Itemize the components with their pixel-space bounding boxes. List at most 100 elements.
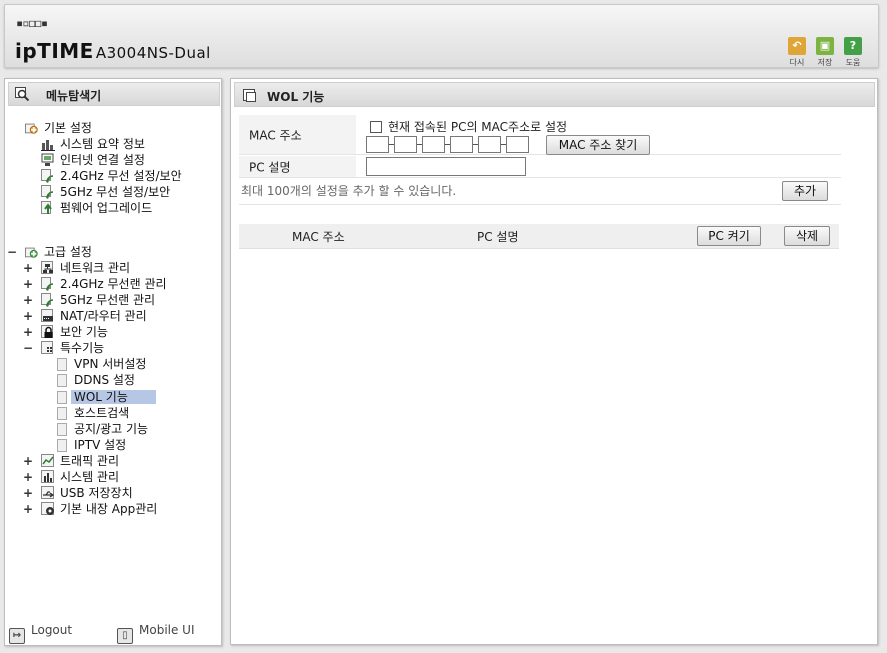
tree-wlan-5-manage[interactable]: + 5GHz 무선랜 관리 — [23, 292, 155, 308]
top-header: ▪▫◻◻▪ ipTIME A3004NS-Dual ↶ 다시 ▣ 저장 ? 도움 — [4, 4, 879, 68]
tree-special-functions[interactable]: − 특수기능 — [23, 340, 104, 356]
mac-octet-input[interactable] — [422, 136, 445, 153]
upgrade-icon — [41, 201, 52, 214]
mac-octet-input[interactable] — [478, 136, 501, 153]
add-button[interactable]: 추가 — [782, 181, 828, 201]
tree-wlan-24-manage[interactable]: + 2.4GHz 무선랜 관리 — [23, 276, 167, 292]
save-icon: ▣ — [816, 37, 834, 55]
tree-vpn-server[interactable]: VPN 서버설정 — [57, 356, 146, 372]
logout-icon: ↦ — [9, 628, 25, 644]
tree-nat-router-manage[interactable]: + NAT/라우터 관리 — [23, 308, 147, 324]
mac-octet-input[interactable] — [506, 136, 529, 153]
app-icon — [41, 502, 54, 515]
mac-octet-input[interactable] — [394, 136, 417, 153]
page-icon — [57, 439, 67, 452]
page-icon — [57, 391, 67, 404]
save-button[interactable]: ▣ 저장 — [814, 37, 836, 68]
usb-icon — [41, 486, 55, 499]
wake-pc-button[interactable]: PC 켜기 — [697, 226, 761, 246]
chart-icon — [41, 140, 55, 151]
tree-internet-setup[interactable]: 인터넷 연결 설정 — [41, 152, 145, 168]
mobile-ui-button[interactable]: ▯ Mobile UI — [117, 623, 195, 644]
expand-toggle[interactable]: + — [23, 485, 33, 501]
expand-toggle[interactable]: + — [23, 292, 33, 308]
page-title-bar: WOL 기능 — [234, 82, 875, 107]
tree-system-summary[interactable]: 시스템 요약 정보 — [41, 136, 145, 152]
expand-toggle[interactable]: + — [23, 308, 33, 324]
mac-octet-input[interactable] — [450, 136, 473, 153]
wireless-icon — [41, 169, 54, 183]
expand-toggle[interactable]: + — [23, 501, 33, 517]
expand-toggle[interactable]: + — [23, 453, 33, 469]
menu-explorer: 메뉴탐색기 기본 설정 시스템 요약 정보 인터넷 연결 설정 2.4GHz 무… — [4, 78, 222, 646]
logout-button[interactable]: ↦ Logout — [9, 623, 72, 644]
model-name: A3004NS-Dual — [95, 44, 211, 62]
expand-toggle[interactable]: + — [23, 324, 33, 340]
tree-system-manage[interactable]: + 시스템 관리 — [23, 469, 119, 485]
lock-icon — [41, 325, 53, 338]
sidebar-footer: ↦ Logout ▯ Mobile UI — [5, 619, 221, 644]
current-pc-checkbox[interactable] — [370, 121, 382, 133]
tree-builtin-apps[interactable]: + 기본 내장 App관리 — [23, 501, 157, 517]
wireless-icon — [41, 293, 54, 307]
folder-icon — [41, 341, 53, 354]
tree-wireless-5-setup[interactable]: 5GHz 무선 설정/보안 — [41, 184, 170, 200]
max-entries-note: 최대 100개의 설정을 추가 할 수 있습니다. — [241, 184, 457, 198]
help-button[interactable]: ? 도움 — [842, 37, 864, 68]
folder-settings-icon — [25, 123, 38, 134]
mac-label: MAC 주소 — [239, 115, 356, 154]
monitor-icon — [41, 153, 54, 166]
tree-security[interactable]: + 보안 기능 — [23, 324, 108, 340]
brand-name: ipTIME — [15, 39, 94, 63]
delete-button[interactable]: 삭제 — [784, 226, 830, 246]
mac-address-inputs — [366, 136, 536, 154]
tree-basic-settings[interactable]: 기본 설정 — [25, 120, 92, 136]
wireless-icon — [41, 277, 54, 291]
tree-iptv[interactable]: IPTV 설정 — [57, 437, 126, 453]
pc-desc-row: PC 설명 — [239, 156, 841, 178]
mac-row: MAC 주소 현재 접속된 PC의 MAC주소로 설정 MAC 주소 찾기 — [239, 115, 841, 155]
page-icon — [57, 374, 67, 387]
router-icon — [41, 309, 53, 322]
router-logo: ipTIME A3004NS-Dual — [15, 39, 211, 63]
undo-label: 다시 — [789, 58, 805, 67]
tree-firmware-upgrade[interactable]: 펌웨어 업그레이드 — [41, 200, 152, 216]
note-row: 최대 100개의 설정을 추가 할 수 있습니다. 추가 — [239, 179, 841, 205]
find-mac-button[interactable]: MAC 주소 찾기 — [546, 135, 650, 155]
collapse-toggle[interactable]: − — [23, 340, 33, 356]
menu-explorer-title: 메뉴탐색기 — [8, 82, 220, 106]
network-icon — [41, 261, 53, 274]
tree-advanced-settings[interactable]: − 고급 설정 — [7, 244, 92, 260]
tree-ddns[interactable]: DDNS 설정 — [57, 372, 135, 388]
tree-notice-ad[interactable]: 공지/광고 기능 — [57, 421, 148, 437]
tree-host-scan[interactable]: 호스트검색 — [57, 405, 129, 421]
undo-button[interactable]: ↶ 다시 — [786, 37, 808, 68]
tree-network-manage[interactable]: + 네트워크 관리 — [23, 260, 130, 276]
expand-toggle[interactable]: + — [23, 276, 33, 292]
wol-list-header: MAC 주소 PC 설명 PC 켜기 삭제 — [239, 224, 839, 249]
pc-desc-input[interactable] — [366, 157, 526, 176]
pc-desc-label: PC 설명 — [239, 156, 356, 177]
expand-toggle[interactable]: + — [23, 469, 33, 485]
search-icon — [15, 87, 29, 101]
save-label: 저장 — [817, 58, 833, 67]
expand-toggle[interactable]: + — [23, 260, 33, 276]
desc-column-header: PC 설명 — [477, 230, 519, 244]
mobile-icon: ▯ — [117, 628, 133, 644]
traffic-icon — [41, 454, 54, 467]
page-icon — [57, 423, 67, 436]
page-icon — [57, 407, 67, 420]
mac-octet-input[interactable] — [366, 136, 389, 153]
tree-usb-storage[interactable]: + USB 저장장치 — [23, 485, 133, 501]
mac-column-header: MAC 주소 — [292, 230, 345, 244]
help-icon: ? — [844, 37, 862, 55]
logo-dots: ▪▫◻◻▪ — [16, 16, 48, 30]
tree-traffic-manage[interactable]: + 트래픽 관리 — [23, 453, 119, 469]
tree-wireless-24-setup[interactable]: 2.4GHz 무선 설정/보안 — [41, 168, 182, 184]
main-panel: WOL 기능 MAC 주소 현재 접속된 PC의 MAC주소로 설정 MAC 주… — [230, 78, 878, 645]
current-pc-option[interactable]: 현재 접속된 PC의 MAC주소로 설정 — [370, 118, 567, 135]
folder-settings-icon — [25, 247, 38, 258]
tree-wol[interactable]: WOL 기능 — [57, 389, 156, 405]
collapse-toggle[interactable]: − — [7, 244, 17, 260]
undo-icon: ↶ — [788, 37, 806, 55]
